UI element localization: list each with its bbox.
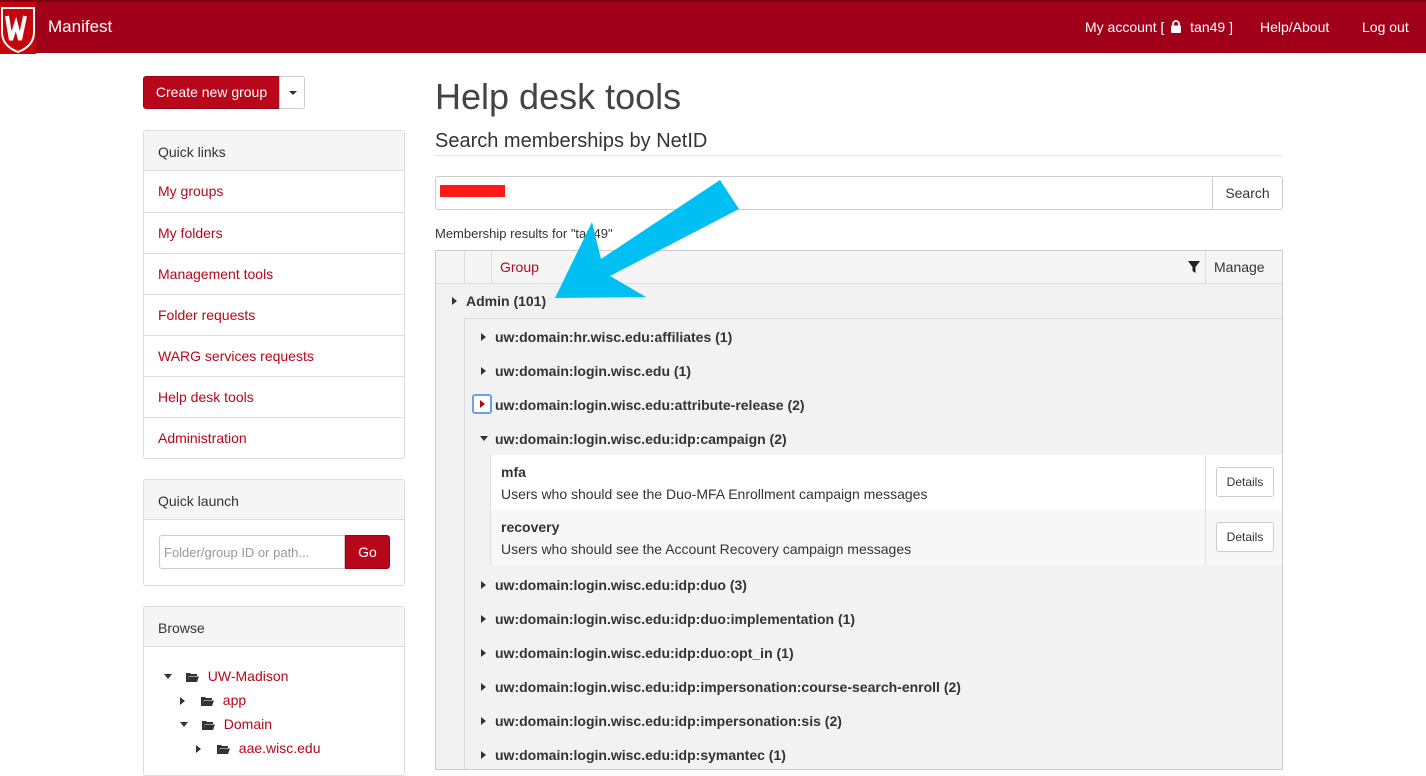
collapsed-caret-icon[interactable] [180,697,185,705]
expand-caret-icon[interactable] [481,683,486,691]
my-account-link[interactable]: My account [ tan49 ] [1085,19,1233,35]
folder-open-icon [200,697,214,706]
focused-expand-toggle[interactable] [472,394,492,414]
expand-caret-icon[interactable] [481,751,486,759]
tree-node-app[interactable]: app [180,692,246,708]
divider [435,155,1282,156]
group-row[interactable]: uw:domain:login.wisc.edu:attribute-relea… [495,397,805,413]
tree-node-uw-madison[interactable]: UW-Madison [164,668,288,684]
logout-link[interactable]: Log out [1362,19,1409,35]
group-row[interactable]: uw:domain:login.wisc.edu:idp:symantec (1… [495,747,786,763]
quick-launch-input[interactable] [159,535,345,569]
browse-panel: Browse UW-Madison app Domain aae.wisc.ed… [143,606,405,776]
group-row[interactable]: uw:domain:login.wisc.edu:idp:impersonati… [495,679,961,695]
member-name: mfa [501,464,526,480]
expand-caret-icon[interactable] [481,717,486,725]
quick-links-panel: Quick links My groups My folders Managem… [143,130,405,459]
expanded-caret-icon[interactable] [164,674,172,679]
member-description: Users who should see the Account Recover… [501,541,912,557]
header-expand-cell [436,251,465,283]
folder-open-icon [185,673,199,682]
redacted-netid [440,185,505,197]
expand-caret-icon[interactable] [480,400,485,408]
expand-caret-icon[interactable] [481,367,486,375]
expand-caret-icon[interactable] [481,649,486,657]
help-about-link[interactable]: Help/About [1260,19,1329,35]
member-row-recovery: recovery Users who should see the Accoun… [490,510,1282,565]
tree-node-label: aae.wisc.edu [238,740,321,756]
collapse-caret-icon[interactable] [480,436,488,441]
quick-links-heading: Quick links [144,131,404,171]
admin-subgroups: uw:domain:hr.wisc.edu:affiliates (1) uw:… [464,318,1282,769]
details-button[interactable]: Details [1216,467,1274,497]
quick-link-warg-services-requests[interactable]: WARG services requests [144,335,404,376]
account-user: tan49 ] [1190,19,1233,35]
group-row[interactable]: uw:domain:login.wisc.edu:idp:duo:impleme… [495,611,855,627]
quick-link-my-folders[interactable]: My folders [144,212,404,253]
expand-caret-icon[interactable] [481,615,486,623]
expand-caret-icon[interactable] [481,333,486,341]
group-column-header[interactable]: Group [500,259,539,275]
expanded-caret-icon[interactable] [180,722,188,727]
admin-expand-icon[interactable] [452,297,457,305]
section-title: Search memberships by NetID [435,130,708,152]
tree-node-aae-wisc-edu[interactable]: aae.wisc.edu [196,740,321,756]
membership-grid: Group Manage Admin (101) uw:domain:hr.wi… [435,250,1283,770]
app-title[interactable]: Manifest [48,17,112,37]
netid-search-input[interactable] [435,176,1213,210]
member-description: Users who should see the Duo-MFA Enrollm… [501,486,928,502]
group-row[interactable]: uw:domain:login.wisc.edu:idp:duo:opt_in … [495,645,794,661]
header-select-cell [465,251,492,283]
details-button[interactable]: Details [1216,522,1274,552]
account-prefix: My account [ [1085,19,1165,35]
folder-open-icon [216,745,230,754]
member-info: mfa Users who should see the Duo-MFA Enr… [490,455,1206,510]
tree-node-domain[interactable]: Domain [180,716,272,732]
quick-launch-heading: Quick launch [144,480,404,520]
search-button[interactable]: Search [1212,176,1283,210]
tree-node-label: UW-Madison [207,668,289,684]
grid-header: Group Manage [436,251,1282,284]
quick-link-folder-requests[interactable]: Folder requests [144,294,404,335]
lock-icon [1171,20,1182,33]
admin-group-body: Admin (101) uw:domain:hr.wisc.edu:affili… [436,284,1282,769]
member-row-mfa: mfa Users who should see the Duo-MFA Enr… [490,455,1282,510]
create-new-group-button[interactable]: Create new group [143,76,280,109]
quick-link-management-tools[interactable]: Management tools [144,253,404,294]
group-row-expanded[interactable]: uw:domain:login.wisc.edu:idp:campaign (2… [495,431,787,447]
expand-caret-icon[interactable] [481,581,486,589]
group-row[interactable]: uw:domain:login.wisc.edu:idp:impersonati… [495,713,842,729]
filter-icon[interactable] [1188,261,1200,273]
create-dropdown-toggle[interactable] [279,76,305,109]
quick-links-list: My groups My folders Management tools Fo… [144,171,404,458]
page-title: Help desk tools [435,76,682,117]
member-info: recovery Users who should see the Accoun… [490,510,1206,565]
group-row[interactable]: uw:domain:login.wisc.edu (1) [495,363,691,379]
folder-open-icon [201,721,215,730]
membership-results-label: Membership results for "tan49" [435,226,613,241]
manage-column-header: Manage [1214,259,1265,275]
tree-node-label: Domain [223,716,273,732]
group-row[interactable]: uw:domain:hr.wisc.edu:affiliates (1) [495,329,732,345]
uw-crest-logo[interactable] [0,2,36,54]
tree-node-label: app [222,692,247,708]
go-button[interactable]: Go [345,535,390,569]
quick-link-help-desk-tools[interactable]: Help desk tools [144,376,404,417]
header-divider [1205,251,1206,283]
member-name: recovery [501,519,560,535]
admin-group-label[interactable]: Admin (101) [466,293,546,309]
top-navbar: Manifest My account [ tan49 ] Help/About… [0,0,1426,54]
quick-launch-panel: Quick launch Go [143,479,405,586]
browse-heading: Browse [144,607,404,647]
quick-link-administration[interactable]: Administration [144,417,404,458]
group-row[interactable]: uw:domain:login.wisc.edu:idp:duo (3) [495,577,747,593]
collapsed-caret-icon[interactable] [196,745,201,753]
quick-link-my-groups[interactable]: My groups [144,171,404,212]
